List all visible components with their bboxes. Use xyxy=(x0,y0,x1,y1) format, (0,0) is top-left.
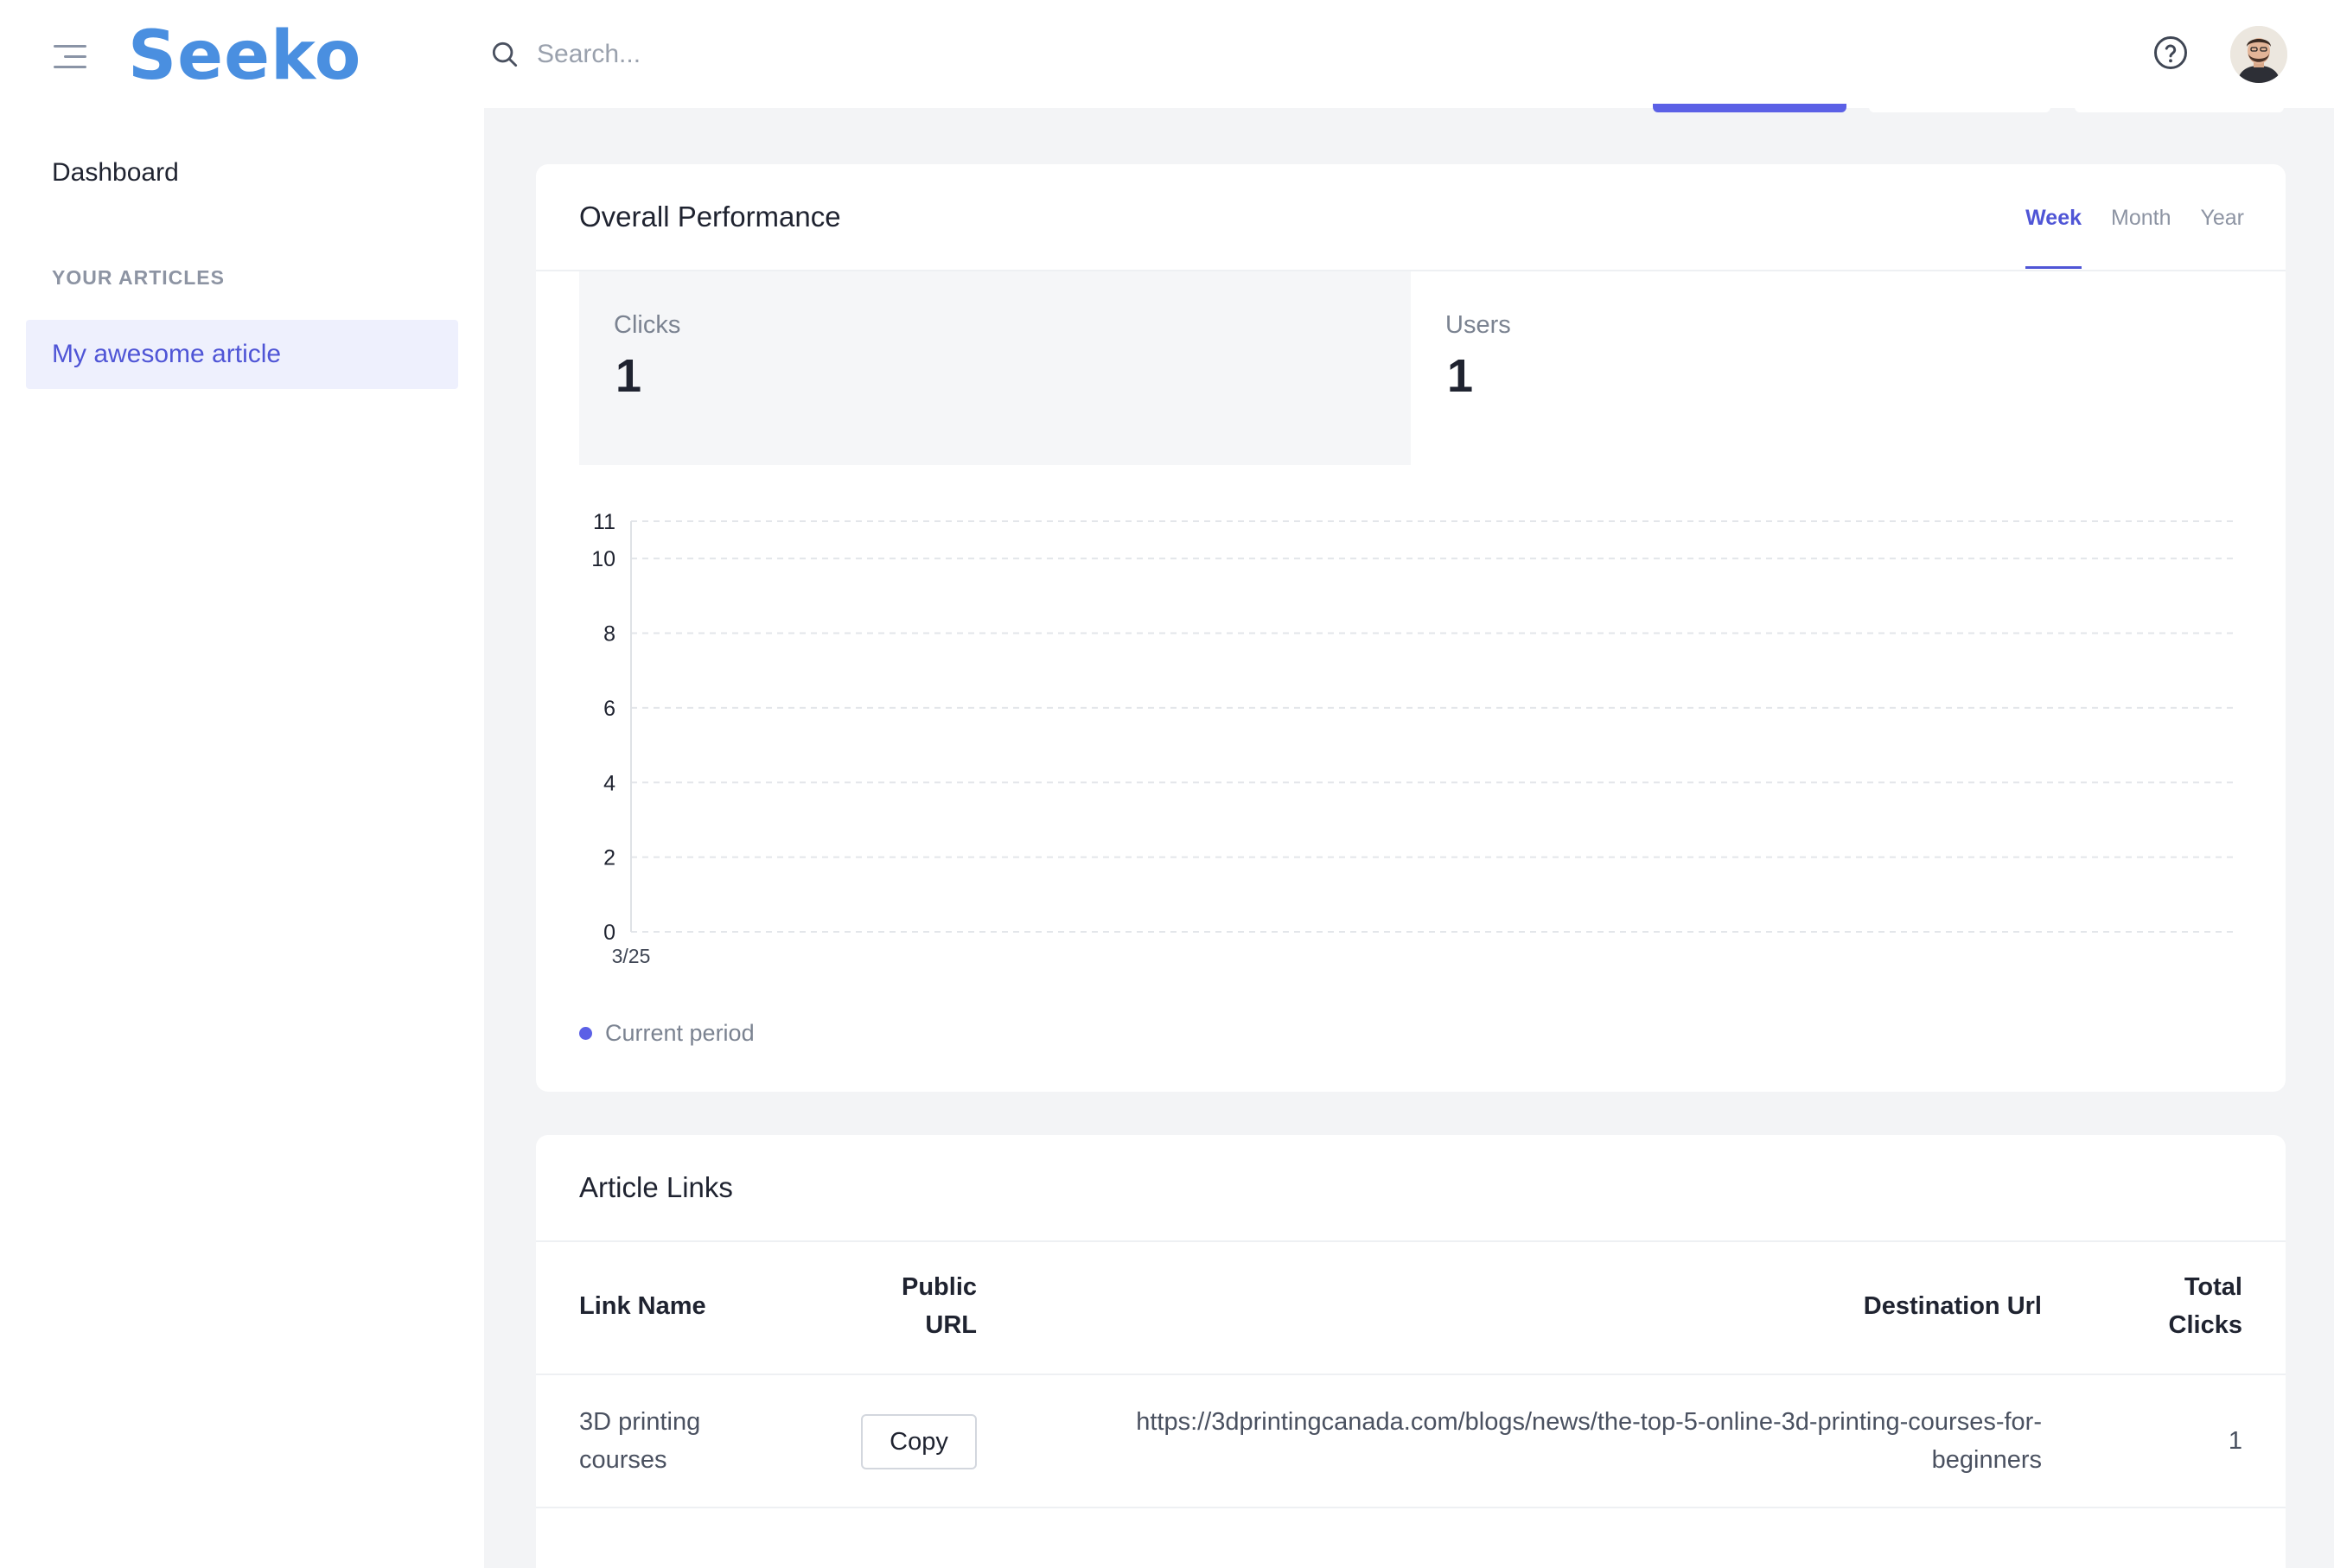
top-header: Seeko xyxy=(0,0,2334,108)
secondary-action-button[interactable] xyxy=(1869,102,2050,112)
app-logo[interactable]: Seeko xyxy=(128,17,361,95)
search-bar xyxy=(488,33,1526,76)
avatar[interactable] xyxy=(2230,26,2287,83)
y-tick-label: 4 xyxy=(603,771,615,795)
menu-toggle-icon[interactable] xyxy=(54,45,86,69)
sidebar-item-article[interactable]: My awesome article xyxy=(26,320,458,389)
legend-label: Current period xyxy=(605,1020,755,1046)
help-icon[interactable] xyxy=(2152,35,2189,71)
y-tick-label: 2 xyxy=(603,846,615,870)
y-tick-label: 8 xyxy=(603,622,615,647)
performance-card: Overall Performance Week Month Year Clic… xyxy=(536,164,2286,1092)
primary-action-button[interactable] xyxy=(1653,104,1846,112)
destination-url-line2: beginners xyxy=(1931,1446,2042,1474)
article-links-card: Article Links Link Name Public URL Desti… xyxy=(536,1135,2286,1568)
y-tick-label: 11 xyxy=(593,510,615,534)
sidebar-item-dashboard[interactable]: Dashboard xyxy=(52,158,179,188)
column-header-link-name: Link Name xyxy=(579,1292,706,1320)
x-tick-label: 3/25 xyxy=(612,945,651,967)
column-header-total-clicks-line2: Clicks xyxy=(2168,1311,2242,1339)
link-name-cell: 3D printing courses xyxy=(579,1403,700,1479)
column-header-total-clicks-line1: Total xyxy=(2184,1273,2242,1301)
destination-url-cell[interactable]: https://3dprintingcanada.com/blogs/news/… xyxy=(1136,1403,2042,1479)
column-header-destination-url: Destination Url xyxy=(1863,1292,2042,1320)
table-row-divider xyxy=(536,1507,2286,1508)
column-header-total-clicks: Total Clicks xyxy=(2169,1268,2242,1344)
sidebar-section-title: YOUR ARTICLES xyxy=(52,266,225,289)
article-links-title: Article Links xyxy=(579,1171,733,1203)
search-input[interactable] xyxy=(537,40,1315,69)
data-point xyxy=(628,891,635,898)
copy-url-button[interactable]: Copy xyxy=(861,1414,977,1469)
performance-chart: 0 2 4 6 8 10 11 3/25 xyxy=(591,510,2237,967)
column-header-public-url: Public URL xyxy=(861,1268,977,1344)
table-header-divider xyxy=(536,1374,2286,1375)
sidebar: Dashboard YOUR ARTICLES My awesome artic… xyxy=(0,108,484,1568)
column-header-public-url-line1: Public xyxy=(901,1273,977,1301)
destination-url-line1: https://3dprintingcanada.com/blogs/news/… xyxy=(1136,1408,2042,1436)
y-tick-label: 0 xyxy=(603,921,615,945)
sidebar-item-label: My awesome article xyxy=(52,340,282,368)
y-tick-label: 10 xyxy=(591,547,615,571)
card-divider xyxy=(536,1240,2286,1242)
legend-dot xyxy=(579,1027,592,1040)
total-clicks-cell: 1 xyxy=(2228,1427,2242,1455)
column-header-public-url-line2: URL xyxy=(925,1311,977,1339)
y-tick-label: 6 xyxy=(603,697,615,721)
user-avatar-icon xyxy=(2230,26,2287,83)
link-name-line1: 3D printing xyxy=(579,1408,701,1436)
link-name-line2: courses xyxy=(579,1446,667,1474)
tertiary-action-button[interactable] xyxy=(2075,102,2284,112)
search-icon xyxy=(492,41,518,67)
chart-legend: Current period xyxy=(579,1020,755,1047)
